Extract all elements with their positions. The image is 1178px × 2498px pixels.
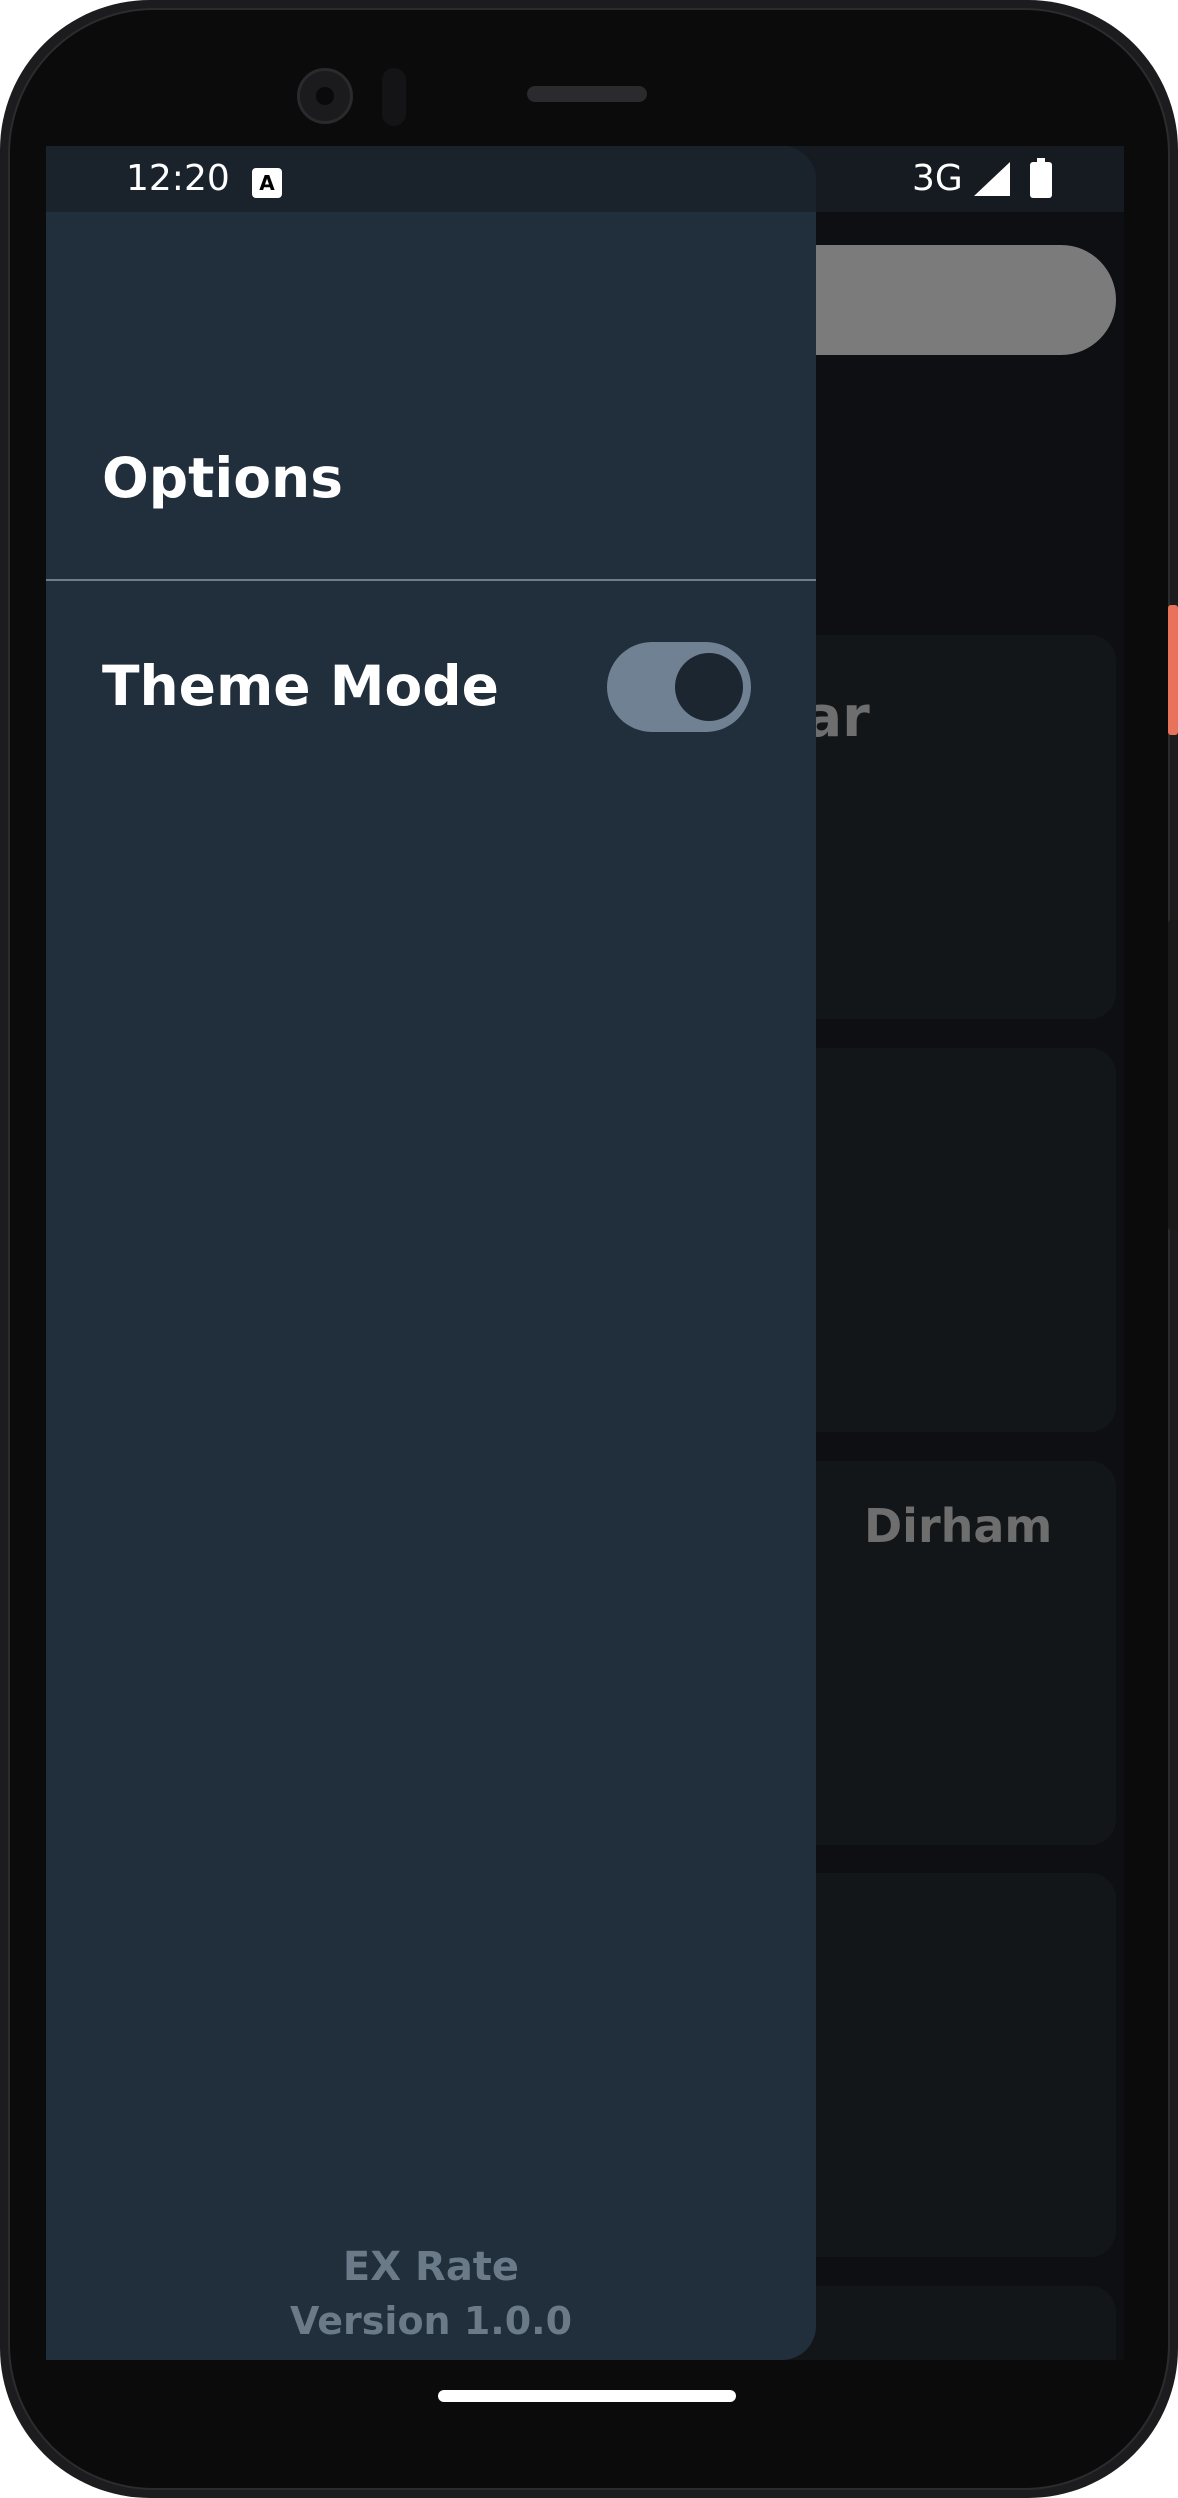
battery-icon	[1030, 158, 1052, 198]
app-name: EX Rate	[342, 2244, 520, 2290]
front-camera	[297, 68, 353, 124]
background-card: Dirham	[766, 1461, 1116, 1845]
drawer-divider	[46, 579, 816, 581]
toggle-knob	[675, 653, 743, 721]
power-button	[1168, 605, 1178, 735]
background-card	[766, 1873, 1116, 2257]
home-indicator[interactable]	[438, 2390, 736, 2402]
options-drawer: Options Theme Mode EX Rate Version 1.0.0	[46, 146, 816, 2360]
phone-frame: llar Dirham Options Theme Mode EX Rate V…	[0, 0, 1178, 2498]
background-card-title: Dirham	[864, 1499, 1053, 1553]
theme-mode-label: Theme Mode	[102, 654, 499, 718]
app-version: Version 1.0.0	[289, 2299, 573, 2343]
network-type: 3G	[912, 158, 963, 199]
screen: llar Dirham Options Theme Mode EX Rate V…	[46, 146, 1124, 2360]
background-card: llar	[766, 635, 1116, 1019]
signal-icon	[974, 162, 1010, 196]
drawer-title: Options	[102, 446, 343, 510]
status-time: 12:20	[126, 158, 230, 199]
volume-button	[1168, 920, 1178, 1230]
proximity-sensor	[382, 68, 406, 126]
background-search-bar	[766, 245, 1116, 355]
a-icon: A	[252, 168, 282, 198]
earpiece-speaker	[527, 86, 647, 102]
background-card	[766, 1048, 1116, 1432]
background-card	[766, 2286, 1116, 2360]
theme-mode-toggle[interactable]	[607, 642, 751, 732]
